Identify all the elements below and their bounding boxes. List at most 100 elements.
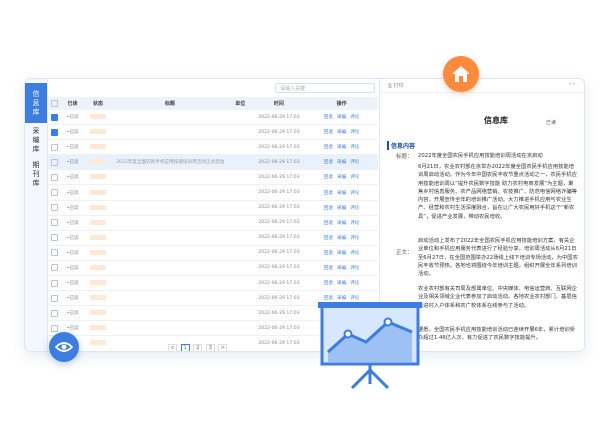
op-1[interactable]: 采编	[337, 160, 346, 165]
op-0[interactable]: 回退	[324, 130, 333, 135]
row-checkbox[interactable]	[48, 139, 62, 156]
op-0[interactable]: 回退	[324, 266, 333, 271]
op-2[interactable]: 评论	[350, 175, 359, 180]
op-1[interactable]: 采编	[337, 145, 346, 150]
row-checkbox[interactable]	[48, 290, 62, 307]
op-2[interactable]: 评论	[350, 266, 359, 271]
pager-page-2[interactable]: 2	[193, 344, 203, 351]
row-title[interactable]	[112, 275, 228, 292]
row-checkbox[interactable]	[48, 124, 62, 141]
op-1[interactable]: 采编	[337, 236, 346, 241]
row-ops: 回退采编评论	[305, 169, 378, 186]
row-ops: 回退采编评论	[305, 200, 378, 216]
op-1[interactable]: 采编	[337, 221, 346, 226]
table-row[interactable]: •已读2022-06-29 17:03回退采编评论	[48, 275, 378, 292]
row-title[interactable]	[112, 215, 228, 231]
row-checkbox[interactable]	[48, 154, 62, 171]
op-0[interactable]: 回退	[324, 145, 333, 150]
detail-nav[interactable]: ‹ ›	[569, 81, 575, 87]
op-0[interactable]: 回退	[324, 115, 333, 120]
op-0[interactable]: 回退	[324, 251, 333, 256]
op-1[interactable]: 采编	[337, 130, 346, 135]
row-title[interactable]	[112, 260, 228, 277]
table-row[interactable]: •已读 2022年度全国农民手机应用技能培训周活动正式启动 2022-06-29 1…	[48, 154, 378, 171]
op-1[interactable]: 采编	[337, 115, 346, 120]
row-title[interactable]	[112, 230, 228, 246]
eye-icon[interactable]	[49, 332, 79, 362]
row-checkbox[interactable]	[48, 169, 62, 186]
op-1[interactable]: 采编	[337, 266, 346, 271]
row-title[interactable]	[112, 351, 228, 352]
header-checkbox[interactable]	[48, 97, 62, 110]
op-0[interactable]: 回退	[324, 221, 333, 226]
pager-prev[interactable]: <	[168, 344, 177, 351]
op-0[interactable]: 回退	[324, 175, 333, 180]
table-row[interactable]: •已读2022-06-29 17:03回退采编评论	[48, 139, 378, 156]
op-2[interactable]: 评论	[350, 160, 359, 165]
op-2[interactable]: 评论	[350, 281, 359, 286]
pager-next[interactable]: >	[218, 344, 228, 351]
row-title[interactable]	[112, 110, 228, 126]
row-title[interactable]	[112, 169, 228, 186]
row-title[interactable]	[112, 124, 228, 141]
row-title[interactable]	[112, 245, 228, 261]
home-icon[interactable]	[443, 56, 479, 92]
row-checkbox[interactable]	[48, 260, 62, 277]
op-1[interactable]: 采编	[337, 206, 346, 211]
row-checkbox[interactable]	[48, 215, 62, 231]
sidebar-item-edit[interactable]: 采编库	[25, 123, 47, 157]
row-checkbox[interactable]	[48, 110, 62, 126]
row-checkbox[interactable]	[48, 230, 62, 246]
op-2[interactable]: 评论	[350, 191, 359, 196]
row-read-text: 已读	[69, 265, 79, 271]
row-title[interactable]	[112, 305, 228, 322]
row-title[interactable]	[112, 320, 228, 337]
table-row[interactable]: •已读2022-06-29 17:03回退采编评论	[48, 215, 378, 231]
op-1[interactable]: 采编	[337, 281, 346, 286]
sidebar-item-journal[interactable]: 期刊库	[25, 157, 47, 191]
row-title[interactable]: 2022年度全国农民手机应用技能培训周活动正式启动	[112, 154, 228, 171]
op-2[interactable]: 评论	[350, 251, 359, 256]
op-2[interactable]: 评论	[350, 221, 359, 226]
row-unit	[227, 124, 253, 141]
row-title[interactable]	[112, 139, 228, 156]
table-row[interactable]: •已读2022-06-29 17:03回退采编评论	[48, 169, 378, 186]
op-1[interactable]: 采编	[337, 175, 346, 180]
label-body: 正文：	[396, 250, 413, 256]
table-row[interactable]: •已读2022-06-29 17:03回退采编评论	[48, 110, 378, 126]
pager-page-1[interactable]: 1	[180, 344, 190, 351]
row-title[interactable]	[112, 184, 228, 201]
row-time: 2022-06-29 17:03	[252, 275, 306, 292]
op-1[interactable]: 采编	[337, 251, 346, 256]
row-checkbox[interactable]	[48, 245, 62, 261]
op-0[interactable]: 回退	[324, 236, 333, 241]
row-checkbox[interactable]	[48, 200, 62, 216]
op-0[interactable]: 回退	[324, 191, 333, 196]
row-title[interactable]	[112, 290, 228, 307]
table-row[interactable]: •已读2022-06-29 17:03回退采编评论	[48, 230, 378, 246]
row-checkbox[interactable]	[48, 305, 62, 322]
table-row[interactable]: •已读2022-06-29 17:03回退采编评论	[48, 200, 378, 216]
op-1[interactable]: 采编	[337, 191, 346, 196]
row-read: •已读	[61, 260, 84, 277]
sidebar-item-info[interactable]: 信息库	[25, 83, 47, 123]
op-2[interactable]: 评论	[350, 130, 359, 135]
op-2[interactable]: 评论	[350, 115, 359, 120]
row-read: •已读	[61, 215, 84, 231]
search-input[interactable]: 请输入关键	[275, 83, 375, 93]
row-checkbox[interactable]	[48, 275, 62, 292]
op-2[interactable]: 评论	[350, 236, 359, 241]
op-0[interactable]: 回退	[324, 281, 333, 286]
row-title[interactable]	[112, 200, 228, 216]
pager-page-3[interactable]: 3	[205, 344, 215, 351]
op-0[interactable]: 回退	[324, 206, 333, 211]
table-row[interactable]: •已读2022-06-29 17:03回退采编评论	[48, 245, 378, 261]
row-checkbox[interactable]	[48, 184, 62, 201]
table-row[interactable]: •已读2022-06-29 17:03回退采编评论	[48, 184, 378, 201]
table-row[interactable]: •已读2022-06-29 17:03回退采编评论	[48, 260, 378, 277]
print-button[interactable]: ⎙ 打印	[388, 82, 404, 89]
table-row[interactable]: •已读2022-06-29 17:03回退采编评论	[48, 124, 378, 141]
op-2[interactable]: 评论	[350, 145, 359, 150]
op-2[interactable]: 评论	[350, 206, 359, 211]
op-0[interactable]: 回退	[324, 160, 333, 165]
